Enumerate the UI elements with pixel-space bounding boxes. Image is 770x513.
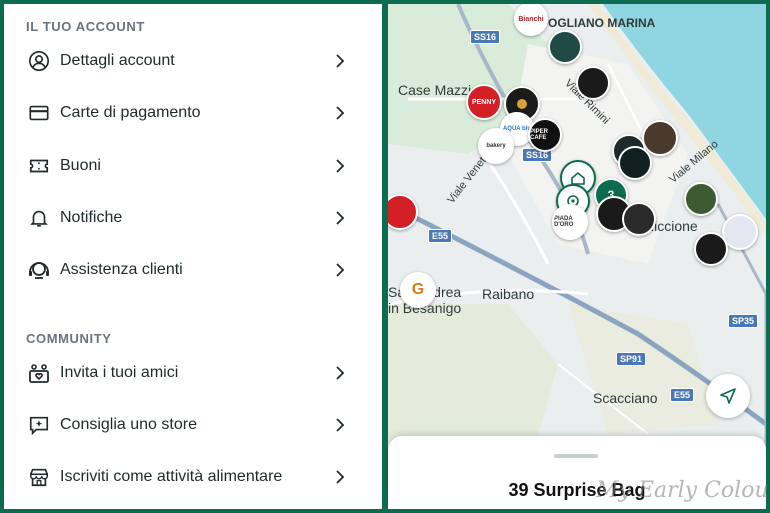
suggest-store-icon (26, 412, 52, 438)
menu-item-label: Consiglia uno store (60, 416, 197, 433)
road-badge: E55 (428, 229, 453, 243)
road-badge: SP91 (616, 352, 647, 366)
menu-item-account-details[interactable]: Dettagli account (4, 39, 382, 83)
menu-item-label: Assistenza clienti (60, 261, 183, 278)
bell-icon (26, 205, 52, 231)
chevron-right-icon (336, 418, 345, 432)
chevron-right-icon (336, 211, 345, 225)
store-pin[interactable]: bakery (478, 128, 514, 164)
store-pin[interactable]: PIPER CAFE (528, 118, 562, 152)
ticket-icon (26, 153, 52, 179)
menu-item-customer-support[interactable]: Assistenza clienti (4, 248, 382, 292)
store-pin[interactable] (684, 182, 718, 216)
store-pin[interactable] (576, 66, 610, 100)
friends-heart-icon (26, 360, 52, 386)
place-label: POGLIANO MARINA (540, 16, 656, 30)
watermark: My Early Colours (596, 478, 770, 503)
account-menu-panel: IL TUO ACCOUNT Dettagli account Carte di… (4, 4, 382, 509)
store-pin[interactable] (622, 202, 656, 236)
section-header-community: COMMUNITY (26, 331, 112, 346)
place-label: Scacciano (593, 390, 658, 406)
store-map[interactable]: POGLIANO MARINA Case Mazzi Viale Rimini … (388, 4, 766, 509)
menu-item-label: Dettagli account (60, 52, 175, 69)
road-badge: SP35 (728, 314, 759, 328)
user-circle-icon (26, 48, 52, 74)
recenter-location-button[interactable] (706, 374, 750, 418)
headset-icon (26, 257, 52, 283)
store-pin[interactable] (694, 232, 728, 266)
place-label: Raibano (482, 286, 535, 302)
menu-item-suggest-store[interactable]: Consiglia uno store (4, 403, 382, 447)
road-badge: SS16 (470, 30, 501, 44)
menu-item-label: Iscriviti come attività alimentare (60, 468, 283, 485)
store-pin[interactable] (618, 146, 652, 180)
menu-item-notifications[interactable]: Notifiche (4, 196, 382, 240)
place-label: Case Mazzi (398, 82, 472, 98)
sheet-drag-handle[interactable] (554, 454, 598, 458)
menu-item-label: Carte di pagamento (60, 104, 201, 121)
menu-item-label: Invita i tuoi amici (60, 364, 179, 381)
store-pin[interactable]: G (400, 272, 436, 308)
chevron-right-icon (336, 106, 345, 120)
menu-item-register-business[interactable]: Iscriviti come attività alimentare (4, 455, 382, 499)
menu-item-vouchers[interactable]: Buoni (4, 144, 382, 188)
road-badge: E55 (670, 388, 695, 402)
menu-item-label: Buoni (60, 157, 101, 174)
storefront-icon (26, 464, 52, 490)
chevron-right-icon (336, 54, 345, 68)
store-pin[interactable] (548, 30, 582, 64)
menu-item-label: Notifiche (60, 209, 123, 226)
menu-item-payment-cards[interactable]: Carte di pagamento (4, 91, 382, 135)
store-pin[interactable]: PIADA D'ORO (552, 204, 588, 240)
navigation-arrow-icon (720, 388, 736, 404)
menu-item-invite-friends[interactable]: Invita i tuoi amici (4, 351, 382, 395)
section-header-account: IL TUO ACCOUNT (26, 19, 145, 34)
chevron-right-icon (336, 159, 345, 173)
credit-card-icon (26, 100, 52, 126)
chevron-right-icon (336, 470, 345, 484)
chevron-right-icon (336, 366, 345, 380)
store-pin[interactable]: PENNY (466, 84, 502, 120)
chevron-right-icon (336, 263, 345, 277)
